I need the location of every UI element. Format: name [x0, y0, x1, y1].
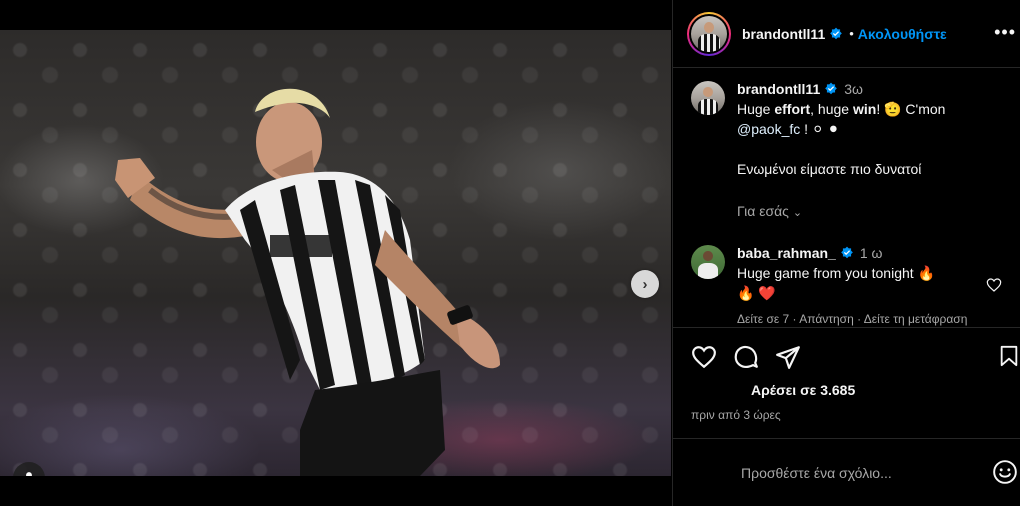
header-username[interactable]: brandontll11: [742, 26, 825, 42]
share-paper-plane-icon[interactable]: [775, 344, 801, 370]
chevron-right-icon: ›: [642, 275, 648, 293]
verified-badge-icon: [830, 27, 843, 39]
avatar[interactable]: [691, 81, 725, 115]
translate-toggle[interactable]: Για εσάς ⌄: [737, 201, 945, 223]
more-icon[interactable]: •••: [994, 22, 1016, 43]
player-figure: [115, 88, 500, 476]
mention-link[interactable]: @paok_fc: [737, 121, 800, 137]
like-comment-heart-icon[interactable]: [986, 277, 1002, 293]
comment-bubble-icon[interactable]: [733, 344, 759, 370]
verified-badge-icon: [825, 82, 838, 95]
caption-text: Huge effort, huge win! 🫡 C'mon: [737, 101, 946, 117]
comment-text: Huge game from you tonight 🔥: [737, 265, 935, 281]
caption-time[interactable]: 3ω: [844, 81, 863, 97]
comment-input[interactable]: [741, 464, 971, 481]
caption: brandontll11 3ω Huge effort, huge win! 🫡 …: [691, 81, 1006, 223]
separator-dot: •: [849, 26, 854, 41]
comment-item: baba_rahman_ 1 ω Huge game from you tonig…: [691, 245, 1006, 327]
chevron-down-icon: ⌄: [792, 207, 803, 219]
user-tag-icon: [26, 472, 32, 476]
comment-time[interactable]: 1 ω: [860, 245, 883, 261]
comment-username[interactable]: baba_rahman_: [737, 245, 836, 261]
follow-button[interactable]: Ακολουθήστε: [858, 26, 947, 42]
post-header: brandontll11 • Ακολουθήστε •••: [673, 0, 1020, 68]
avatar[interactable]: [691, 15, 727, 52]
emoji-icon[interactable]: [992, 459, 1018, 485]
story-ring[interactable]: [687, 11, 731, 56]
post-image[interactable]: ›: [0, 30, 671, 476]
comment-meta[interactable]: Δείτε σε 7 · Απάντηση · Δείτε τη μετάφρα…: [737, 309, 977, 327]
post-timestamp[interactable]: πριν από 3 ώρες: [691, 408, 1020, 422]
next-slide-button[interactable]: ›: [631, 270, 659, 298]
comment-text-2: 🔥 ❤️: [737, 285, 776, 301]
caption-username[interactable]: brandontll11: [737, 81, 820, 97]
bookmark-icon[interactable]: [998, 344, 1020, 368]
post-actions: Αρέσει σε 3.685 πριν από 3 ώρες: [673, 327, 1020, 422]
comments-list: brandontll11 3ω Huge effort, huge win! 🫡 …: [673, 69, 1020, 327]
add-comment-bar: [673, 438, 1020, 506]
caption-line-2: Ενωμένοι είμαστε πιο δυνατοί: [737, 161, 922, 177]
verified-badge-icon: [840, 246, 853, 259]
likes-count[interactable]: Αρέσει σε 3.685: [751, 382, 1020, 398]
avatar[interactable]: [691, 245, 725, 279]
like-heart-icon[interactable]: [691, 344, 717, 370]
post-side-panel: brandontll11 • Ακολουθήστε ••• brandontl…: [672, 0, 1020, 506]
